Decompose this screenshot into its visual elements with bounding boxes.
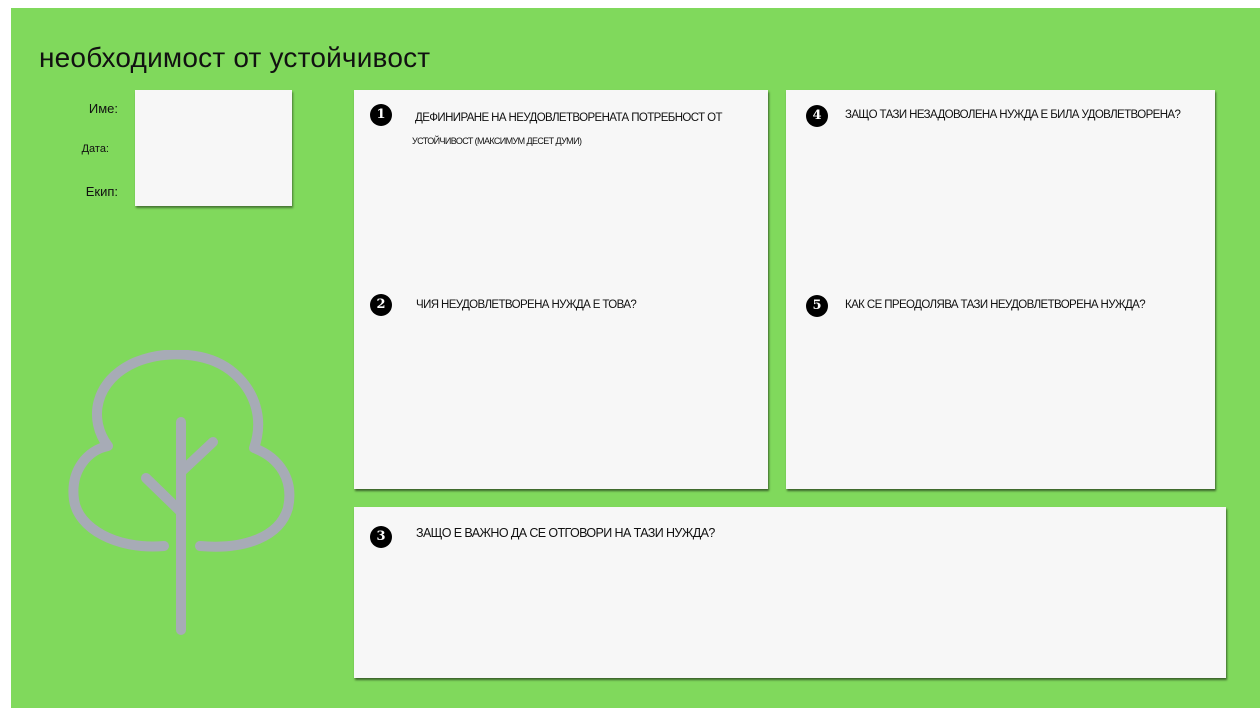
question-5-text: КАК СЕ ПРЕОДОЛЯВА ТАЗИ НЕУДОВЛЕТВОРЕНА Н…: [845, 299, 1146, 311]
badge-number-4: 4: [806, 105, 828, 127]
page-title: необходимост от устойчивост: [39, 42, 431, 73]
badge-number-2: 2: [370, 294, 392, 316]
date-label: Дата:: [81, 143, 109, 155]
question-1-subtext: УСТОЙЧИВОСТ (МАКСИМУМ ДЕСЕТ ДУМИ): [412, 136, 582, 146]
card-questions-1-2[interactable]: 1 ДЕФИНИРАНЕ НА НЕУДОВЛЕТВОРЕНАТА ПОТРЕБ…: [354, 90, 768, 489]
badge-number-5: 5: [806, 295, 828, 317]
question-2-text: ЧИЯ НЕУДОВЛЕТВОРЕНА НУЖДА Е ТОВА?: [416, 299, 637, 311]
worksheet-slide: необходимост от устойчивост Име: Дата: Е…: [11, 8, 1260, 708]
tree-icon: [68, 350, 295, 635]
badge-number-3: 3: [370, 526, 392, 548]
question-1-text: ДЕФИНИРАНЕ НА НЕУДОВЛЕТВОРЕНАТА ПОТРЕБНО…: [415, 112, 722, 124]
name-date-team-input-box[interactable]: [135, 90, 292, 206]
team-label: Екип:: [85, 184, 118, 199]
card-question-3[interactable]: 3 ЗАЩО Е ВАЖНО ДА СЕ ОТГОВОРИ НА ТАЗИ НУ…: [354, 507, 1226, 678]
badge-number-1: 1: [370, 104, 392, 126]
card-questions-4-5[interactable]: 4 ЗАЩО ТАЗИ НЕЗАДОВОЛЕНА НУЖДА Е БИЛА УД…: [786, 90, 1215, 489]
name-label: Име:: [88, 101, 118, 116]
question-3-text: ЗАЩО Е ВАЖНО ДА СЕ ОТГОВОРИ НА ТАЗИ НУЖД…: [416, 526, 715, 540]
question-4-text: ЗАЩО ТАЗИ НЕЗАДОВОЛЕНА НУЖДА Е БИЛА УДОВ…: [845, 109, 1181, 121]
